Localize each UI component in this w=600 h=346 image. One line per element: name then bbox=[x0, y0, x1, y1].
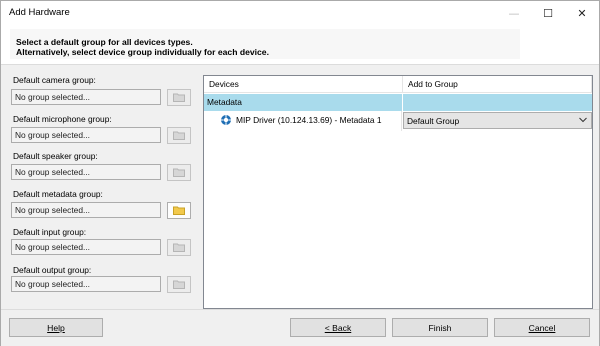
instructions-box: Select a default group for all devices t… bbox=[10, 29, 520, 59]
folder-icon bbox=[173, 93, 185, 102]
footer-bar: Help < Back Finish Cancel bbox=[1, 309, 599, 346]
input-group-field[interactable]: No group selected... bbox=[11, 239, 161, 255]
microphone-group-label: Default microphone group: bbox=[13, 114, 112, 124]
folder-icon bbox=[173, 206, 185, 215]
metadata-device-icon bbox=[221, 115, 231, 125]
window-title: Add Hardware bbox=[9, 7, 70, 18]
cancel-button[interactable]: Cancel bbox=[494, 318, 590, 337]
device-name-cell: MIP Driver (10.124.13.69) - Metadata 1 bbox=[204, 111, 402, 131]
folder-icon bbox=[173, 168, 185, 177]
output-group-field[interactable]: No group selected... bbox=[11, 276, 161, 292]
back-button[interactable]: < Back bbox=[290, 318, 386, 337]
device-row[interactable]: MIP Driver (10.124.13.69) - Metadata 1 D… bbox=[204, 111, 592, 131]
instruction-line-1: Select a default group for all devices t… bbox=[16, 37, 193, 47]
finish-button[interactable]: Finish bbox=[392, 318, 488, 337]
camera-group-field[interactable]: No group selected... bbox=[11, 89, 161, 105]
metadata-group-browse-button[interactable] bbox=[167, 202, 191, 219]
add-hardware-window: Add Hardware — ☐ ✕ Select a default grou… bbox=[0, 0, 600, 346]
metadata-group-label: Default metadata group: bbox=[13, 189, 103, 199]
devices-column-header[interactable]: Devices bbox=[204, 76, 403, 93]
add-to-group-column-header[interactable]: Add to Group bbox=[403, 76, 592, 93]
input-group-label: Default input group: bbox=[13, 227, 87, 237]
camera-group-browse-button bbox=[167, 89, 191, 106]
help-button[interactable]: Help bbox=[9, 318, 103, 337]
microphone-group-field[interactable]: No group selected... bbox=[11, 127, 161, 143]
speaker-group-browse-button bbox=[167, 164, 191, 181]
device-grid: Devices Add to Group Metadata MIP Driver… bbox=[203, 75, 593, 309]
folder-icon bbox=[173, 131, 185, 140]
device-group-dropdown[interactable]: Default Group bbox=[403, 112, 592, 129]
camera-group-label: Default camera group: bbox=[13, 75, 96, 85]
grid-header: Devices Add to Group bbox=[204, 76, 592, 93]
chevron-down-icon bbox=[579, 117, 587, 123]
default-groups-panel: Default camera group: No group selected.… bbox=[11, 72, 196, 302]
output-group-browse-button bbox=[167, 276, 191, 293]
speaker-group-field[interactable]: No group selected... bbox=[11, 164, 161, 180]
minimize-button[interactable]: — bbox=[497, 1, 531, 25]
title-bar: Add Hardware — ☐ ✕ bbox=[1, 1, 599, 25]
microphone-group-browse-button bbox=[167, 127, 191, 144]
folder-icon bbox=[173, 243, 185, 252]
metadata-group-row[interactable]: Metadata bbox=[204, 94, 592, 111]
device-name: MIP Driver (10.124.13.69) - Metadata 1 bbox=[236, 115, 382, 125]
device-group-value: Default Group bbox=[407, 116, 460, 126]
folder-icon bbox=[173, 280, 185, 289]
output-group-label: Default output group: bbox=[13, 265, 92, 275]
maximize-button[interactable]: ☐ bbox=[531, 1, 565, 25]
speaker-group-label: Default speaker group: bbox=[13, 151, 98, 161]
instructions-header: Select a default group for all devices t… bbox=[1, 25, 599, 65]
instruction-line-2: Alternatively, select device group indiv… bbox=[16, 47, 269, 57]
metadata-group-field[interactable]: No group selected... bbox=[11, 202, 161, 218]
input-group-browse-button bbox=[167, 239, 191, 256]
close-button[interactable]: ✕ bbox=[565, 1, 599, 25]
group-row-name: Metadata bbox=[204, 94, 403, 111]
